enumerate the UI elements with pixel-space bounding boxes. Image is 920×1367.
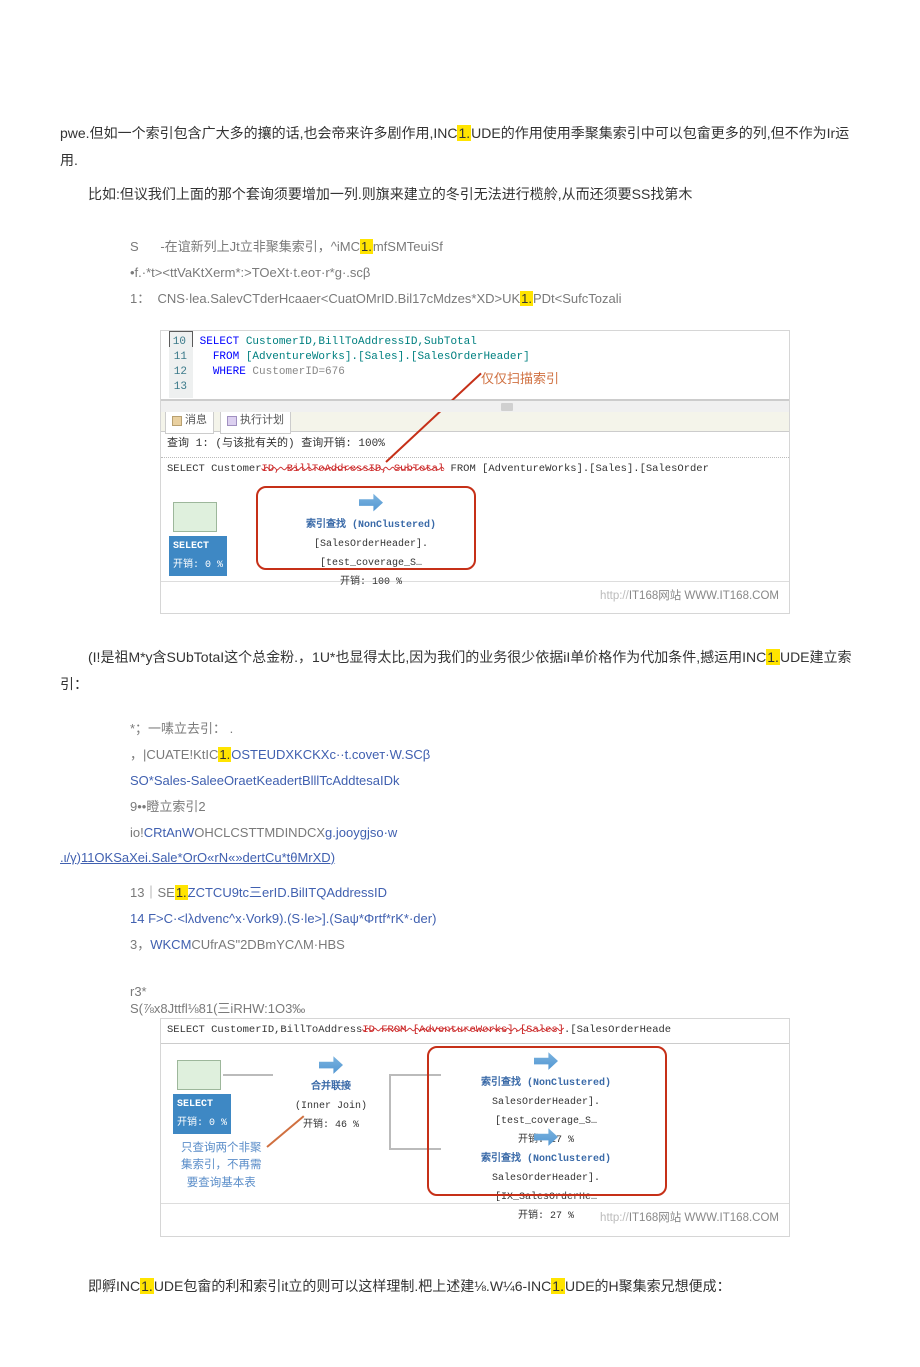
join-icon [319, 1054, 343, 1076]
text: 开销: 0 % [177, 1118, 227, 1129]
sql-keyword: WHERE [213, 366, 246, 378]
screenshot-1: 10 SELECT CustomerID,BillToAddressID,Sub… [160, 330, 790, 615]
red-highlight-box [427, 1046, 667, 1196]
text: 只查询两个非聚 [181, 1142, 262, 1154]
text: CNS·lea.SalevCTderHcaaer<CuatOMrID.Bil17… [157, 291, 520, 306]
ss2-pretext: r3* S(⅞x8Jttfl⅛81(三iRHW:1O3‰ [130, 984, 860, 1018]
text: ，|CUATE!KtIC [130, 747, 218, 762]
merge-join-node: 合并联接 (Inner Join) 开销: 46 % [271, 1054, 391, 1135]
code-line: S -在谊新列上Jt立非聚集索引，^iMC1.mfSMTeuiSf [130, 234, 860, 260]
text: UDE包畲的利和索引it立的则可以这样理制.杷上述建⅛.W¼6-INC [154, 1278, 551, 1294]
code-line: io!io!CRtAnWOHCLCSTTMDINDCXg.jooygjso·wC… [130, 820, 860, 846]
text: 即孵INC [88, 1278, 140, 1294]
code-line: 9••瞪立索引2 [130, 794, 860, 820]
code-block-1: S -在谊新列上Jt立非聚集索引，^iMC1.mfSMTeuiSf •f.·*t… [130, 234, 860, 312]
site-url: IT168网站 WWW.IT168.COM [629, 590, 779, 602]
line-number: 13 [169, 377, 193, 398]
code-line: 14 F>C·<lλdvenc^x·Vork9).(S·le>].(Saψ*Φr… [130, 906, 860, 932]
plan-connector [223, 1074, 273, 1076]
sql-text-boxed: ID, BillToAddressID, SubTotal [262, 463, 445, 475]
message-icon [172, 416, 182, 426]
select-node-box [177, 1060, 221, 1090]
highlight: 1. [551, 1278, 565, 1294]
tab-messages[interactable]: 消息 [165, 409, 214, 434]
text: -在谊新列上Jt立非聚集索引，^iMC [160, 239, 360, 254]
text: PDt<SufcTozali [533, 291, 622, 306]
select-node-label: SELECT 开销: 0 % [169, 536, 227, 576]
text: OSTEUDXKCKXc··t.coveт·W.SCβ [231, 747, 430, 762]
code-line-wrapped: .ι/γ)11OKSaXei.Sale*OrO«rN«»dertCu*tθMrX… [60, 846, 860, 871]
tab-execution-plan[interactable]: 执行计划 [220, 409, 291, 434]
code-block-2: *；一嗉立去引： . ，|CUATE!KtIC1.OSTEUDXKCKXc··t… [130, 716, 860, 846]
text: 集索引，不再需 [181, 1159, 262, 1171]
screenshot-footer: http://IT168网站 WWW.IT168.COM [161, 582, 789, 614]
highlight: 1. [457, 125, 471, 141]
text: UDE的H聚集索兄想便成： [565, 1278, 731, 1294]
execution-plan-canvas: SELECT 开销: 0 % 合并联接 (Inner Join) 开销: 46 … [161, 1044, 789, 1204]
highlight: 1. [766, 649, 780, 665]
node-cost: 开销: 100 % [271, 573, 471, 592]
text: r3* [130, 984, 860, 1001]
text: ZCTCU9tc三erID.BilITQAddressID [188, 885, 387, 900]
node-title: 合并联接 [271, 1078, 391, 1097]
sql-editor: 10 SELECT CustomerID,BillToAddressID,Sub… [161, 331, 789, 400]
annotation-note: 只查询两个非聚 集索引，不再需 要查询基本表 [181, 1140, 262, 1192]
text: pwe.但如一个索引包含广大多的攘的话,也会帝来许多剧作用,INC [60, 125, 457, 141]
annotation-text: 仅仅扫描索引 [481, 367, 559, 392]
code-line: 1： CNS·lea.SalevCTderHcaaer<CuatOMrID.Bi… [130, 286, 860, 312]
text: 1： [130, 291, 150, 306]
code-line: ，|CUATE!KtIC1.OSTEUDXKCKXc··t.coveт·W.SC… [130, 742, 860, 768]
text: 开销: 0 % [173, 560, 223, 571]
paragraph-1: pwe.但如一个索引包含广大多的攘的话,也会帝来许多剧作用,INC1.UDE的作… [60, 120, 860, 173]
text: 比如:但议我们上面的那个套询须要增加一列.则旗来建立的冬引无法进行榄舲,从而还须… [88, 186, 692, 202]
code-block-2b: 13｜SE1.ZCTCU9tc三erID.BilITQAddressID 14 … [130, 880, 860, 958]
sql-text: FROM [AdventureWorks].[Sales].[SalesOrde… [444, 463, 709, 475]
tab-label: 消息 [185, 411, 207, 432]
horizontal-scrollbar[interactable] [161, 400, 789, 412]
code-line: •f.·*t><ttVaKtXerm*:>TOeXt·t.eoт·r*g·.sc… [130, 260, 860, 286]
sql-text: SELECT Customer [167, 463, 262, 475]
text: 要查询基本表 [187, 1177, 256, 1189]
paragraph-4: 即孵INC1.UDE包畲的利和索引it立的则可以这样理制.杷上述建⅛.W¼6-I… [60, 1273, 860, 1300]
text: (I!是祖M*y含SUbTotaI这个总金粉.，1U*也显得太比,因为我们的业务… [88, 649, 766, 665]
highlight: 1. [520, 291, 533, 306]
code-line: 13｜SE1.ZCTCU9tc三erID.BilITQAddressID [130, 880, 860, 906]
text: S(⅞x8Jttfl⅛81(三iRHW:1O3‰ [130, 1001, 860, 1018]
red-highlight-box [256, 486, 476, 570]
select-node-box [173, 502, 217, 532]
site-url: IT168网站 WWW.IT168.COM [629, 1212, 779, 1224]
select-node-label: SELECT 开销: 0 % [173, 1094, 231, 1134]
query-sql-text: SELECT CustomerID, BillToAddressID, SubT… [161, 458, 789, 482]
highlight: 1. [140, 1278, 154, 1294]
text: S [130, 239, 139, 254]
wrapped-text-link[interactable]: .ι/γ)11OKSaXei.Sale*OrO«rN«»dertCu*tθMrX… [60, 850, 335, 865]
highlight: 1. [360, 239, 373, 254]
node-cost: 开销: 27 % [441, 1207, 651, 1226]
paragraph-2: 比如:但议我们上面的那个套询须要增加一列.则旗来建立的冬引无法进行榄舲,从而还须… [60, 181, 860, 208]
url-prefix: http:// [600, 590, 629, 602]
highlight: 1. [175, 885, 188, 900]
sql-text: CustomerID=676 [246, 366, 345, 378]
text: SELECT [173, 541, 209, 552]
tab-label: 执行计划 [240, 411, 284, 432]
code-line: *；一嗉立去引： . [130, 716, 860, 742]
highlight: 1. [218, 747, 231, 762]
text: mfSMTeuiSf [373, 239, 443, 254]
plan-connector [389, 1074, 391, 1148]
node-subtitle: (Inner Join) [271, 1097, 391, 1116]
results-tabbar: 消息 执行计划 [161, 412, 789, 432]
plan-icon [227, 416, 237, 426]
query-cost-info: 查询 1: (与该批有关的) 查询开销: 100% [161, 432, 789, 458]
code-line: 3，WKCMCUfrAS"2DBmYCΛM·HBS [130, 932, 860, 958]
paragraph-3: (I!是祖M*y含SUbTotaI这个总金粉.，1U*也显得太比,因为我们的业务… [60, 644, 860, 697]
text: SELECT [177, 1099, 213, 1110]
query-sql-text: SELECT CustomerID,BillToAddressID FROM [… [161, 1019, 789, 1044]
execution-plan-canvas: SELECT 开销: 0 % 索引查找 (NonClustered) [Sale… [161, 482, 789, 582]
text: 13｜SE [130, 885, 175, 900]
code-line: SO*Sales-SaleeOraetKeadertBlllTcAddtesaI… [130, 768, 860, 794]
screenshot-2: SELECT CustomerID,BillToAddressID FROM [… [160, 1018, 790, 1237]
